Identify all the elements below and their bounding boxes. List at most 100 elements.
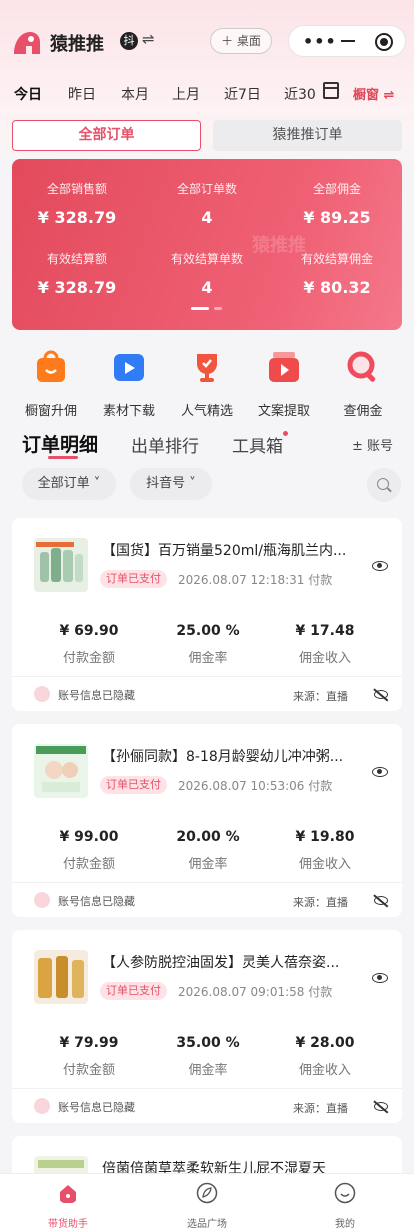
more-menu-icon[interactable]: ••• (303, 32, 337, 51)
avatar (34, 1098, 50, 1114)
commission-income: ¥ 28.00 佣金收入 (295, 1035, 355, 1078)
carousel-indicator (191, 307, 227, 310)
minimize-icon[interactable] (341, 40, 355, 42)
nav-sales-assistant[interactable]: 带货助手 (28, 1182, 108, 1229)
pay-amount: ¥ 79.99 付款金额 (59, 1035, 119, 1078)
nav-mine[interactable]: 我的 (305, 1182, 385, 1229)
stat-total-commission: 全部佣金 ¥ 89.25 (303, 182, 371, 227)
stats-panel[interactable]: 猿推推 全部销售额 ¥ 328.79 全部订单数 4 全部佣金 ¥ 89.25 有效结… (12, 159, 402, 330)
pay-time: 2026.08.07 09:01:58 付款 (178, 985, 333, 999)
date-range-tabs: 今日 昨日 本月 上月 近7日 近30日 橱窗 ⇌ (0, 76, 414, 110)
avatar (34, 686, 50, 702)
pay-amount: ¥ 99.00 付款金额 (59, 829, 119, 872)
notification-dot (283, 431, 288, 436)
card-footer: 账号信息已隐藏 来源：直播 (12, 676, 402, 711)
trophy-icon (197, 354, 217, 382)
date-tab-yesterday[interactable]: 昨日 (68, 84, 96, 104)
play-card-icon (269, 352, 299, 382)
app-name: 猿推推 (50, 34, 104, 55)
quick-copy-extract[interactable]: 文案提取 (246, 346, 322, 419)
tab-order-ranking[interactable]: 出单排行 (131, 432, 199, 457)
quick-shop-commission[interactable]: 橱窗升佣 (13, 346, 89, 419)
filter-bar: 全部订单 ˅ 抖音号 ˅ (0, 468, 414, 504)
search-button[interactable] (367, 468, 401, 502)
status-badge: 订单已支付 (100, 982, 167, 1000)
commission-rate: 25.00 % 佣金率 (176, 623, 240, 666)
stat-settled-commission: 有效结算佣金 ¥ 80.32 (300, 252, 373, 297)
card-footer: 账号信息已隐藏 来源：直播 (12, 882, 402, 917)
douyin-platform-icon[interactable]: 抖 (120, 32, 138, 50)
account-hidden-text: 账号信息已隐藏 (58, 689, 135, 702)
account-hidden-text: 账号信息已隐藏 (58, 895, 135, 908)
account-toggle[interactable]: ± 账号 (352, 435, 393, 454)
miniprogram-capsule: ••• (288, 25, 406, 57)
card-footer: 账号信息已隐藏 来源：直播 (12, 1088, 402, 1123)
calendar-icon[interactable] (323, 82, 339, 99)
product-thumbnail (34, 538, 88, 592)
smile-icon (334, 1182, 356, 1204)
date-tab-this-month[interactable]: 本月 (121, 84, 149, 104)
commission-rate: 35.00 % 佣金率 (176, 1035, 240, 1078)
tab-toolbox[interactable]: 工具箱 (232, 432, 283, 457)
account-hidden-text: 账号信息已隐藏 (58, 1101, 135, 1114)
active-tab-underline (48, 456, 78, 459)
status-badge: 订单已支付 (100, 776, 167, 794)
order-card[interactable]: 【国货】百万销量520ml/瓶海肌兰内... 订单已支付 2026.08.07 … (12, 518, 402, 711)
top-bar: 猿推推 抖 ⇌ ＋ 桌面 ••• (0, 18, 414, 66)
eye-off-icon[interactable] (374, 690, 388, 699)
tab-ytt-orders[interactable]: 猿推推订单 (213, 120, 402, 151)
eye-off-icon[interactable] (374, 1102, 388, 1111)
product-title[interactable]: 【人参防脱控油固发】灵美人蓓奈姿... (102, 952, 372, 972)
eye-off-icon[interactable] (374, 896, 388, 905)
commission-income: ¥ 19.80 佣金收入 (295, 829, 355, 872)
quick-actions: 橱窗升佣 素材下载 人气精选 文案提取 查佣金 (0, 346, 414, 426)
eye-icon[interactable] (372, 767, 388, 777)
app-logo-icon (14, 32, 40, 54)
eye-icon[interactable] (372, 973, 388, 983)
avatar (34, 892, 50, 908)
order-card[interactable]: 【孙俪同款】8-18月龄婴幼儿冲冲粥... 订单已支付 2026.08.07 1… (12, 724, 402, 917)
product-title[interactable]: 【国货】百万销量520ml/瓶海肌兰内... (102, 540, 372, 560)
stat-total-orders: 全部订单数 4 (176, 182, 237, 227)
leaf-icon (196, 1182, 218, 1204)
product-thumbnail (34, 744, 88, 798)
date-tab-7days[interactable]: 近7日 (224, 84, 261, 104)
bottom-nav: 带货助手 选品广场 我的 (0, 1173, 414, 1229)
product-thumbnail (34, 950, 88, 1004)
switch-platform-icon[interactable]: ⇌ (142, 30, 155, 48)
status-badge: 订单已支付 (100, 570, 167, 588)
all-orders-dropdown[interactable]: 全部订单 ˅ (22, 468, 116, 500)
douyin-id-dropdown[interactable]: 抖音号 ˅ (130, 468, 212, 500)
pay-time: 2026.08.07 12:18:31 付款 (178, 573, 333, 587)
source-label: 来源：直播 (293, 690, 348, 703)
shop-window-switch[interactable]: 橱窗 ⇌ (353, 84, 394, 103)
home-icon (60, 1185, 76, 1203)
pay-amount: ¥ 69.90 付款金额 (59, 623, 119, 666)
product-title[interactable]: 【孙俪同款】8-18月龄婴幼儿冲冲粥... (102, 746, 372, 766)
nav-product-square[interactable]: 选品广场 (167, 1182, 247, 1229)
quick-material-download[interactable]: 素材下载 (91, 346, 167, 419)
eye-icon[interactable] (372, 561, 388, 571)
commission-rate: 20.00 % 佣金率 (176, 829, 240, 872)
date-tab-last-month[interactable]: 上月 (172, 84, 200, 104)
stat-total-sales: 全部销售额 ¥ 328.79 (37, 182, 117, 227)
search-icon (347, 351, 376, 382)
add-to-desktop-button[interactable]: ＋ 桌面 (210, 28, 272, 54)
date-tab-today[interactable]: 今日 (14, 84, 42, 104)
order-card[interactable]: 【人参防脱控油固发】灵美人蓓奈姿... 订单已支付 2026.08.07 09:… (12, 930, 402, 1123)
video-folder-icon (114, 354, 144, 381)
section-tabs: 订单明细 出单排行 工具箱 ± 账号 (0, 428, 414, 459)
quick-check-commission[interactable]: 查佣金 (325, 346, 401, 419)
pay-time: 2026.08.07 10:53:06 付款 (178, 779, 333, 793)
source-label: 来源：直播 (293, 1102, 348, 1115)
close-miniprogram-icon[interactable] (375, 33, 393, 51)
quick-popular-picks[interactable]: 人气精选 (169, 346, 245, 419)
date-tab-30days[interactable]: 近30日 (284, 84, 318, 104)
stat-settled-amount: 有效结算额 ¥ 328.79 (37, 252, 117, 297)
tab-order-detail[interactable]: 订单明细 (22, 430, 98, 457)
order-type-tabs: 全部订单 猿推推订单 (12, 120, 402, 152)
source-label: 来源：直播 (293, 896, 348, 909)
stat-settled-orders: 有效结算单数 4 (170, 252, 243, 297)
shopping-bag-icon (37, 350, 65, 382)
tab-all-orders[interactable]: 全部订单 (12, 120, 201, 151)
